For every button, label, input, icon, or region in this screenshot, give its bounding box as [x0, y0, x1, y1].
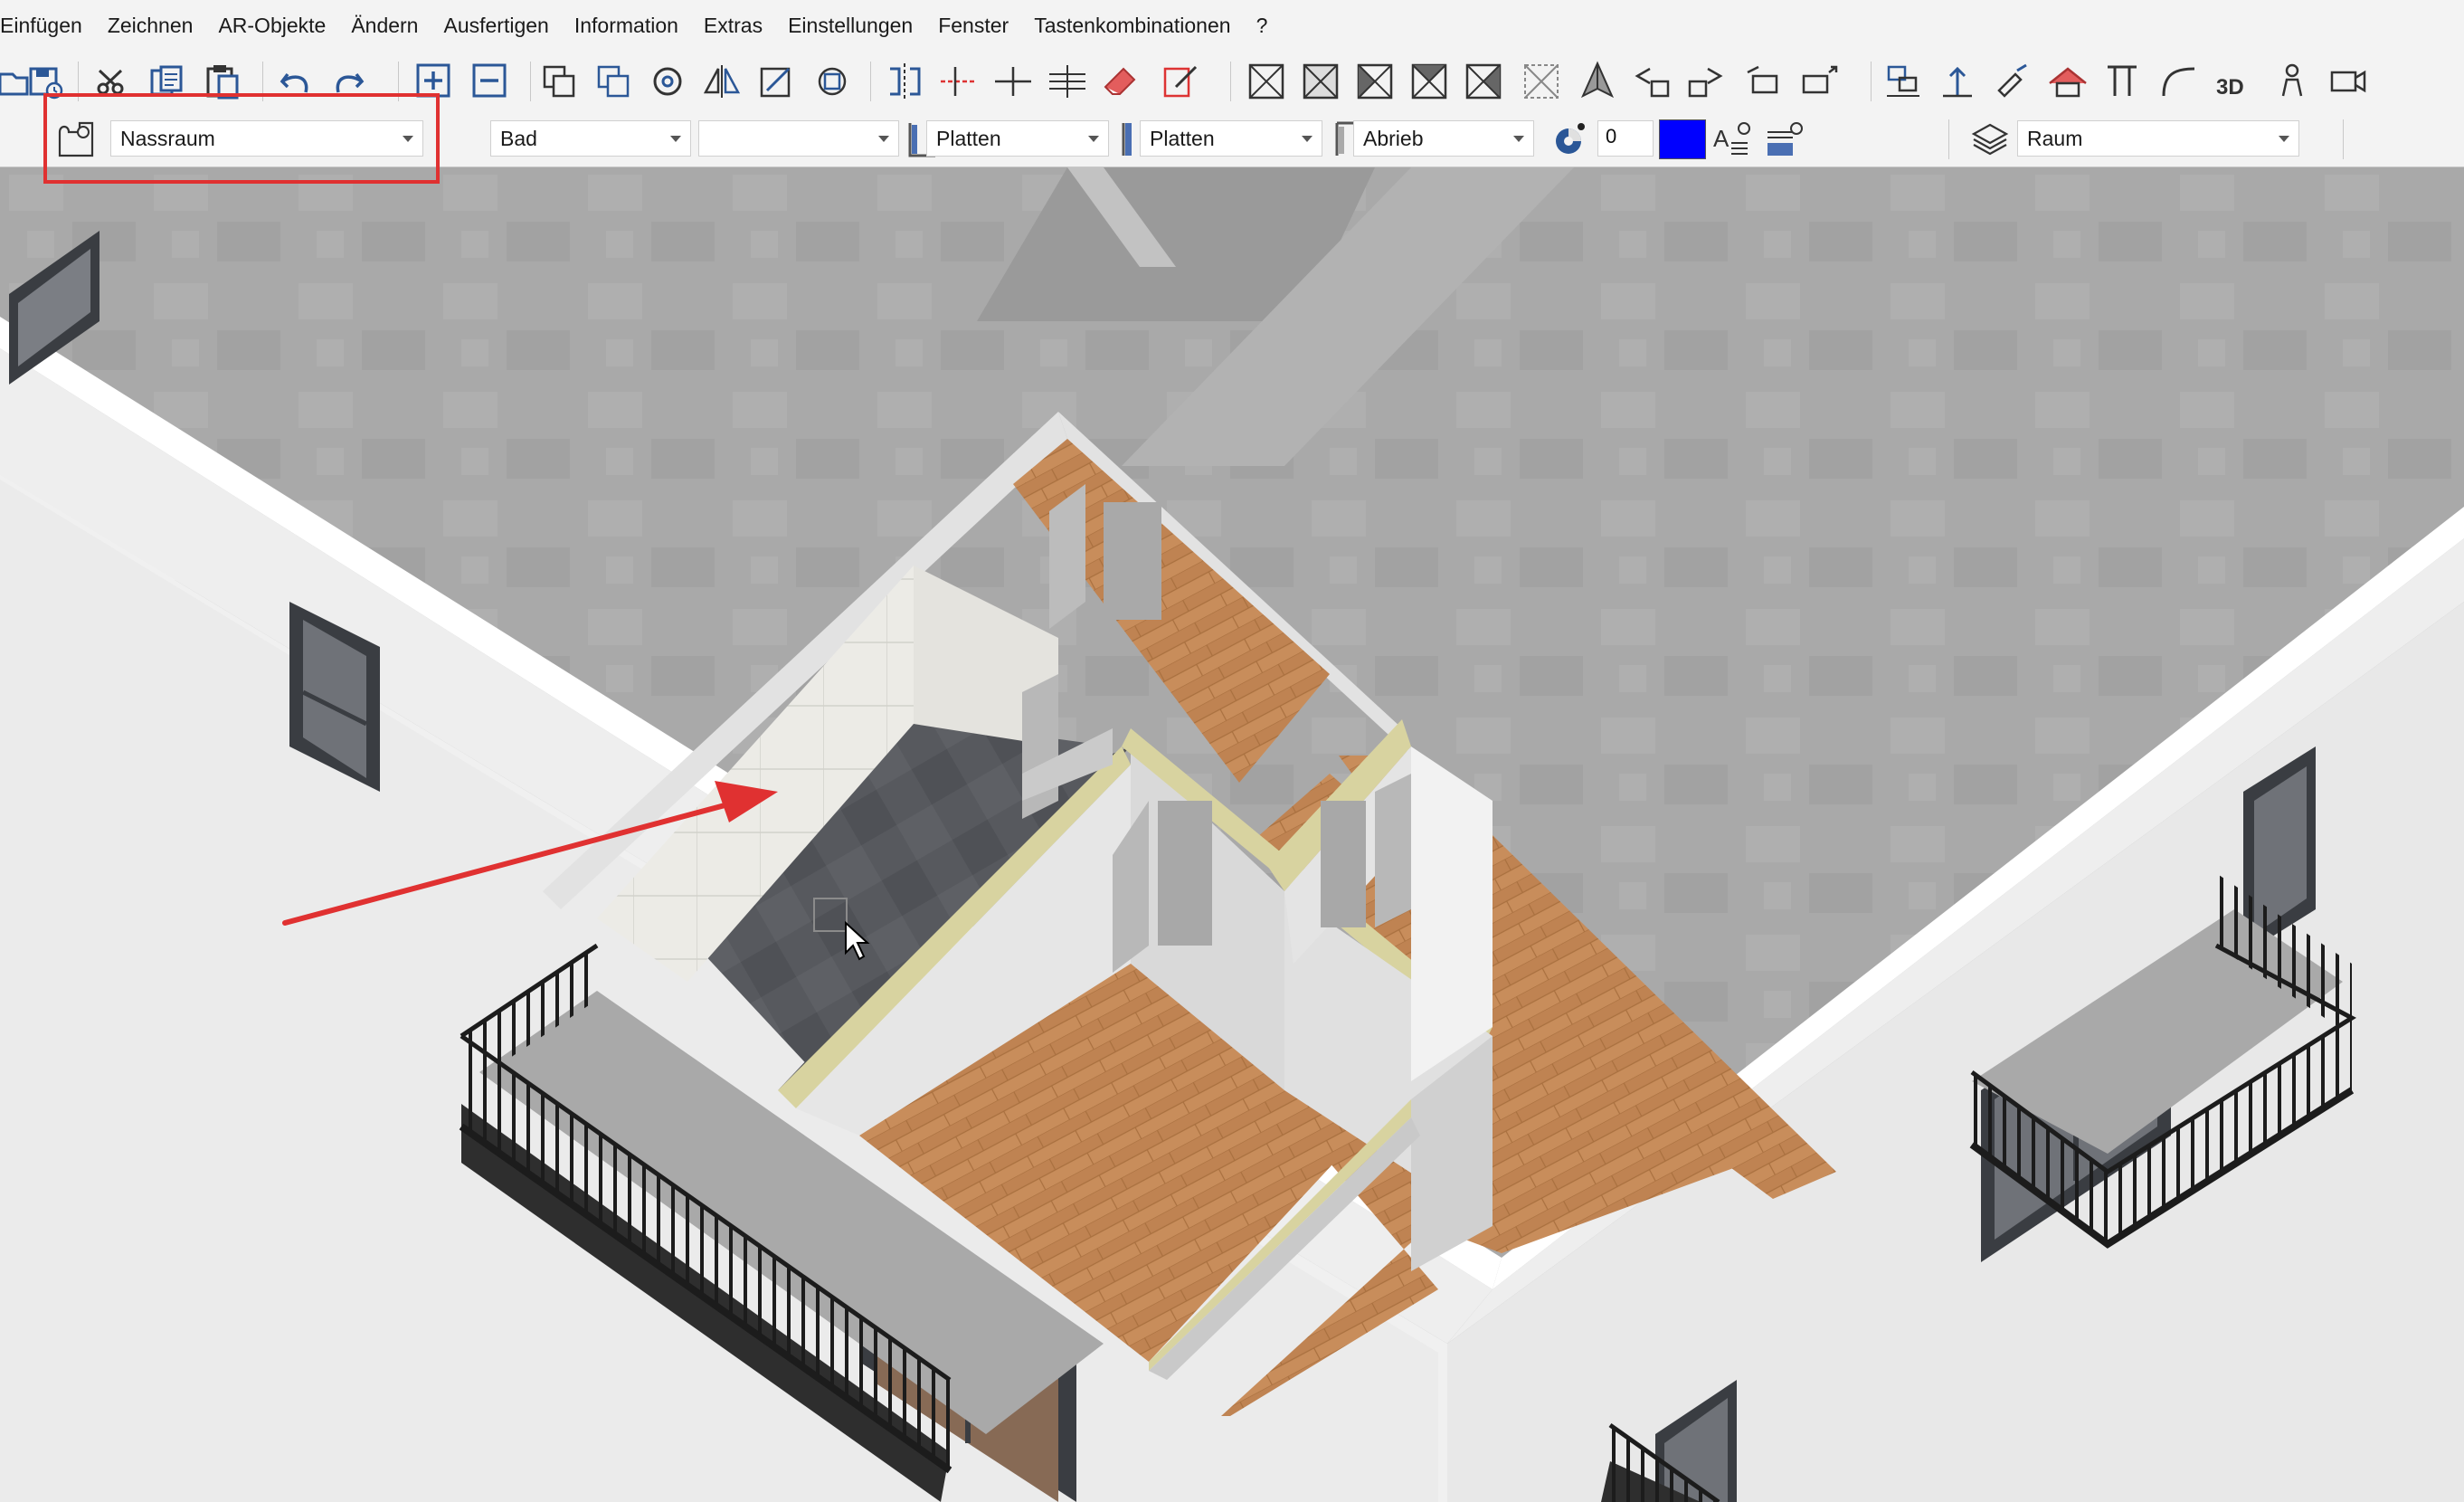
building-model: [0, 167, 2464, 1502]
view-box-6-icon[interactable]: [1520, 60, 1563, 103]
room-name-value: Bad: [500, 127, 537, 150]
move-objects-icon[interactable]: [593, 60, 637, 103]
edit-format-icon[interactable]: [1160, 60, 1203, 103]
paste-icon[interactable]: [201, 60, 244, 103]
align-icon[interactable]: [1881, 60, 1925, 103]
color-swatch[interactable]: [1659, 119, 1706, 159]
layer-select[interactable]: Raum: [2017, 120, 2299, 157]
door-right-room: [1375, 774, 1411, 927]
wall-finish-value: Platten: [936, 127, 1001, 150]
parallel-lines-icon[interactable]: [1046, 60, 1089, 103]
chevron-down-icon: [1513, 136, 1524, 142]
view-box-4-icon[interactable]: [1407, 60, 1451, 103]
paint-icon[interactable]: [1990, 60, 2033, 103]
chevron-down-icon: [2279, 136, 2289, 142]
room-type-value: Nassraum: [120, 127, 215, 150]
view-box-2-icon[interactable]: [1299, 60, 1342, 103]
properties-bar: Nassraum Bad Platten Platten Abrieb 0 A …: [0, 112, 2464, 167]
layer-value: Raum: [2027, 127, 2083, 150]
svg-text:A: A: [1713, 125, 1730, 152]
room-type-icon[interactable]: [56, 119, 96, 159]
ceiling-finish-select[interactable]: Abrieb: [1353, 120, 1534, 157]
view-box-1-icon[interactable]: [1245, 60, 1288, 103]
modify-points-icon[interactable]: [810, 60, 854, 103]
menu-tastenkombinationen[interactable]: Tastenkombinationen: [1021, 0, 1243, 51]
divide-icon[interactable]: [991, 60, 1035, 103]
ceiling-finish-value: Abrieb: [1363, 127, 1424, 150]
menu-help[interactable]: ?: [1244, 0, 1281, 51]
height-input[interactable]: 0: [1597, 120, 1654, 157]
copy-icon[interactable]: [147, 60, 190, 103]
menu-ausfertigen[interactable]: Ausfertigen: [431, 0, 561, 51]
layers-icon[interactable]: [1970, 119, 2010, 159]
column-icon[interactable]: [2100, 60, 2144, 103]
floor-finish-select[interactable]: Platten: [1140, 120, 1322, 157]
view-3d-label: 3D: [2216, 75, 2244, 100]
transfer-left-icon[interactable]: [1630, 60, 1673, 103]
chevron-down-icon: [403, 136, 413, 142]
door-back: [1104, 502, 1161, 620]
zoom-in-icon[interactable]: [412, 60, 456, 103]
text-attribute-icon[interactable]: A: [1711, 119, 1751, 159]
menu-information[interactable]: Information: [562, 0, 691, 51]
menu-einstellungen[interactable]: Einstellungen: [775, 0, 925, 51]
3d-viewport[interactable]: [0, 167, 2464, 1502]
wall-finish-select[interactable]: Platten: [926, 120, 1109, 157]
menu-aendern[interactable]: Ändern: [338, 0, 431, 51]
save-icon[interactable]: [24, 60, 67, 103]
menu-bar: Einfügen Zeichnen AR-Objekte Ändern Ausferti…: [0, 0, 2464, 51]
copy-objects-icon[interactable]: [539, 60, 583, 103]
floor-finish-value: Platten: [1150, 127, 1215, 150]
intersect-icon[interactable]: [937, 60, 981, 103]
cut-icon[interactable]: [90, 60, 134, 103]
room-name-select[interactable]: Bad: [490, 120, 691, 157]
zoom-out-icon[interactable]: [469, 60, 512, 103]
transfer-box-2-icon[interactable]: [1798, 60, 1842, 103]
menu-fenster[interactable]: Fenster: [925, 0, 1021, 51]
view-3d-button[interactable]: 3D: [2213, 60, 2256, 103]
chevron-down-icon: [670, 136, 681, 142]
transfer-box-icon[interactable]: [1740, 60, 1784, 103]
roof-icon[interactable]: [2046, 60, 2090, 103]
view-box-3-icon[interactable]: [1353, 60, 1397, 103]
arc-icon[interactable]: [2156, 60, 2200, 103]
pyramid-icon[interactable]: [1576, 60, 1619, 103]
eraser-icon[interactable]: [1100, 60, 1143, 103]
chevron-down-icon: [1088, 136, 1099, 142]
split-icon[interactable]: [883, 60, 926, 103]
layer-transfer-icon[interactable]: [1764, 119, 1804, 159]
mirror-icon[interactable]: [700, 60, 744, 103]
icon-toolbar: 3D: [0, 51, 2464, 112]
chevron-down-icon: [1302, 136, 1313, 142]
camera-icon[interactable]: [2327, 60, 2370, 103]
chevron-down-icon: [878, 136, 889, 142]
menu-einfuegen[interactable]: Einfügen: [0, 0, 95, 51]
menu-ar-objekte[interactable]: AR-Objekte: [205, 0, 338, 51]
menu-extras[interactable]: Extras: [691, 0, 775, 51]
redo-icon[interactable]: [326, 60, 369, 103]
room-extra-select[interactable]: [698, 120, 899, 157]
color-wheel-icon[interactable]: [1549, 119, 1588, 159]
rotate-icon[interactable]: [646, 60, 689, 103]
transfer-right-icon[interactable]: [1684, 60, 1728, 103]
person-icon[interactable]: [2270, 60, 2314, 103]
stretch-icon[interactable]: [756, 60, 800, 103]
elevation-icon[interactable]: [1936, 60, 1979, 103]
menu-zeichnen[interactable]: Zeichnen: [95, 0, 206, 51]
room-type-select[interactable]: Nassraum: [110, 120, 423, 157]
view-box-5-icon[interactable]: [1462, 60, 1505, 103]
undo-icon[interactable]: [275, 60, 318, 103]
